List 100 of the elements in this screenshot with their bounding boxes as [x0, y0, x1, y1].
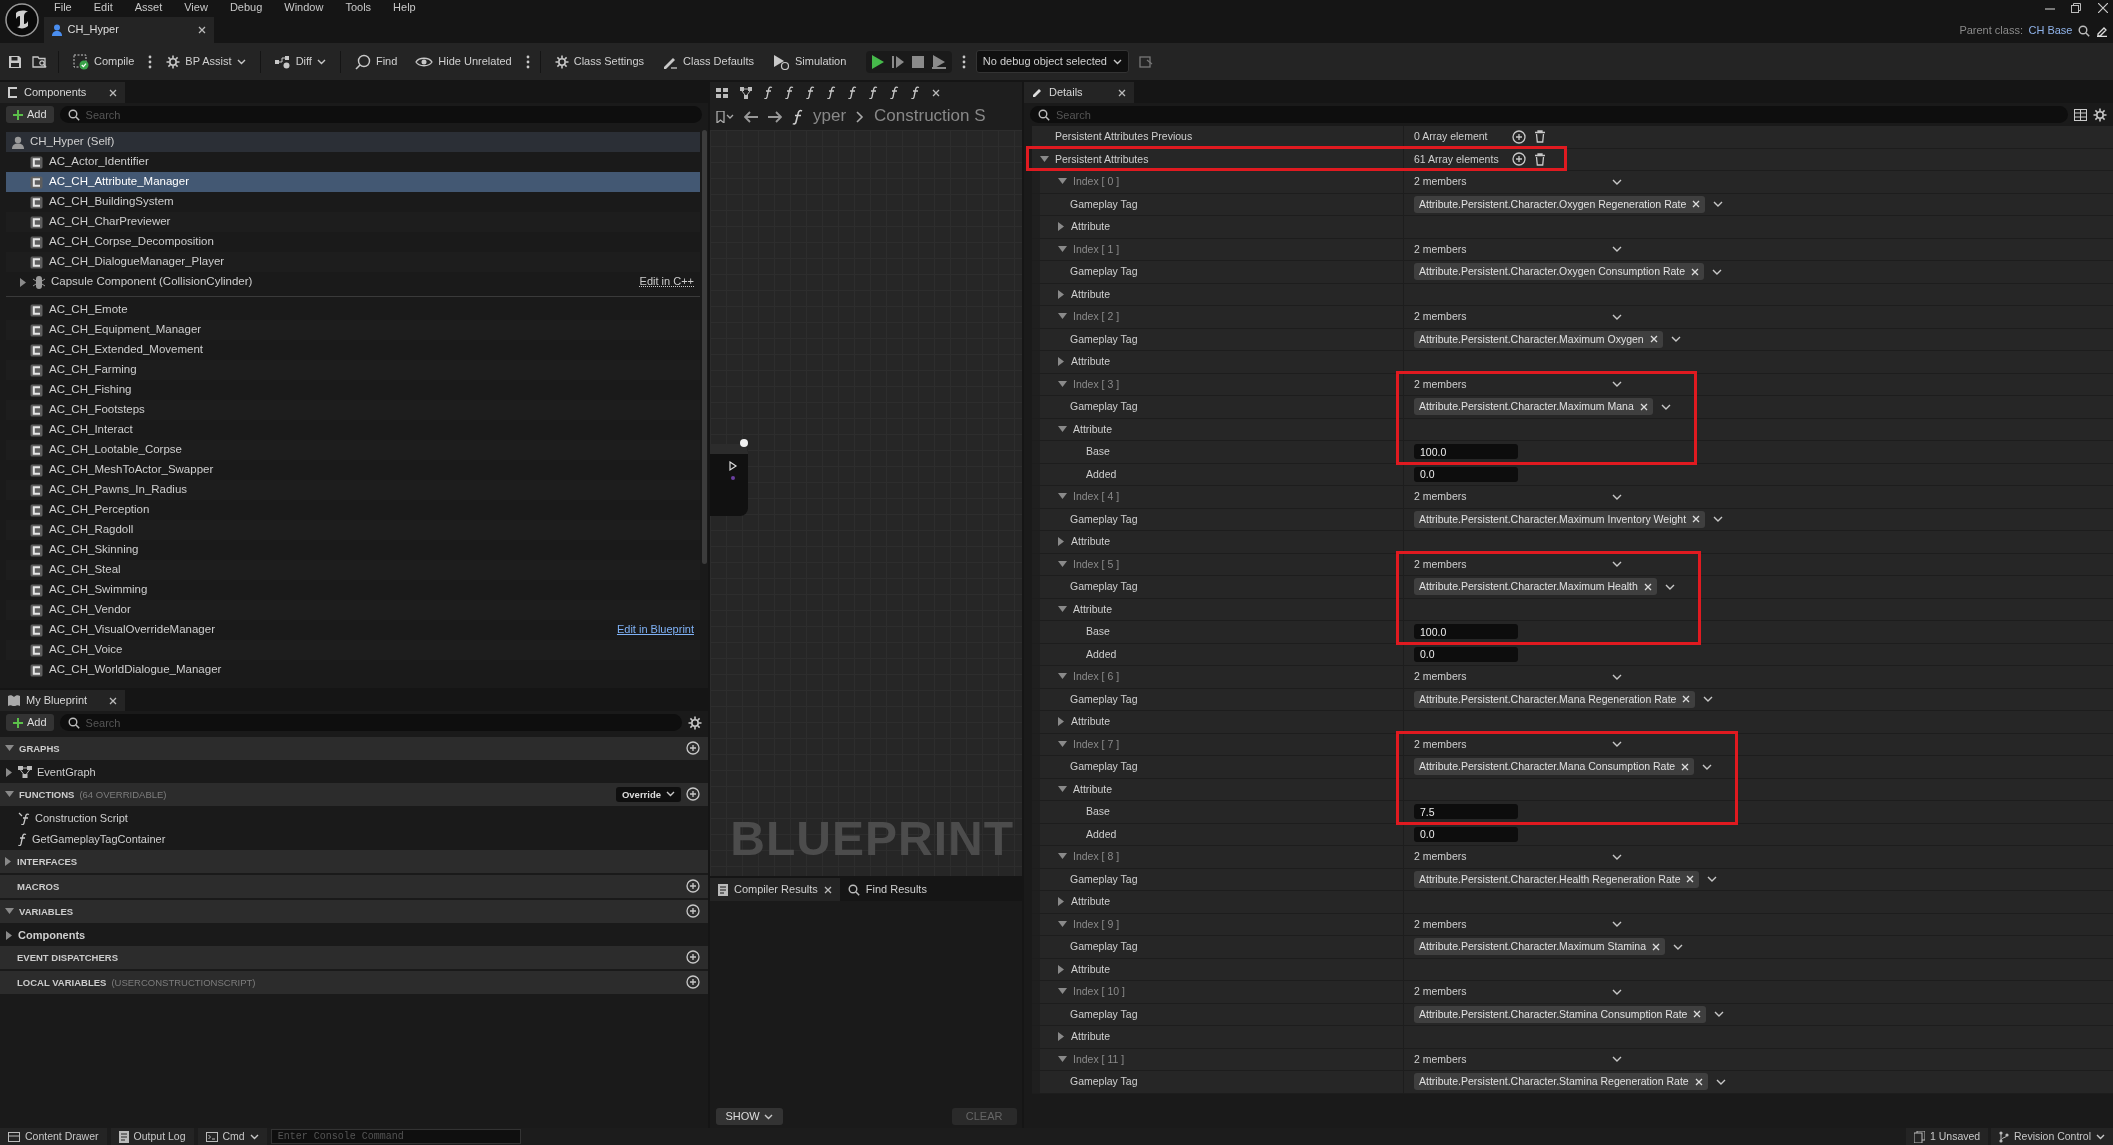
toolbar-button[interactable]: Find [350, 50, 402, 73]
panel-tab[interactable]: Details [1024, 82, 1134, 103]
function-icon[interactable] [911, 86, 920, 99]
chevron-down-icon[interactable] [1612, 381, 1622, 388]
step-icon[interactable] [891, 54, 904, 69]
menu-item[interactable]: File [54, 0, 72, 15]
add-icon[interactable] [686, 904, 700, 919]
tree-row[interactable]: AC_CH_MeshToActor_Swapper [6, 460, 700, 480]
close-icon[interactable] [1694, 1077, 1703, 1086]
chevron-down-icon[interactable] [1612, 178, 1622, 185]
settings-icon[interactable] [2093, 107, 2107, 122]
cmd-dropdown[interactable]: Cmd [197, 1128, 267, 1145]
menu-item[interactable]: View [184, 0, 208, 15]
search-icon[interactable] [2078, 24, 2090, 37]
table-icon[interactable] [2074, 108, 2087, 121]
close-icon[interactable] [823, 885, 832, 894]
chevron-down-icon[interactable] [1612, 493, 1622, 500]
tag-chip[interactable]: Attribute.Persistent.Character.Maximum Oxygen [1414, 330, 1663, 348]
close-window-icon[interactable] [2097, 2, 2108, 13]
chevron-down-icon[interactable] [1715, 1078, 1726, 1085]
tree-row[interactable]: AC_CH_WorldDialogue_Manager [6, 660, 700, 680]
graph-node[interactable] [710, 438, 750, 516]
expand-arrow-icon[interactable] [1058, 1032, 1065, 1042]
menu-item[interactable]: Asset [134, 0, 163, 15]
close-icon[interactable] [198, 26, 206, 34]
toolbar-button[interactable]: Class Defaults [658, 51, 758, 72]
function-icon[interactable] [785, 86, 794, 99]
number-field[interactable]: 100.0 [1414, 444, 1518, 460]
function-icon[interactable] [869, 86, 878, 99]
tag-chip[interactable]: Attribute.Persistent.Character.Oxygen Consumption Rate [1414, 263, 1705, 281]
more-icon[interactable] [148, 54, 153, 69]
tree-item[interactable]: GetGameplayTagContainer [0, 828, 708, 850]
close-icon[interactable] [1692, 515, 1701, 524]
close-icon[interactable] [1639, 402, 1648, 411]
close-icon[interactable] [1693, 1010, 1702, 1019]
forward-icon[interactable] [768, 110, 782, 123]
collapse-arrow-icon[interactable] [1058, 380, 1067, 388]
menu-item[interactable]: Help [393, 0, 416, 15]
close-icon[interactable] [932, 88, 940, 97]
breadcrumb-item[interactable]: Construction S [874, 106, 986, 127]
add-icon[interactable] [686, 787, 700, 802]
document-tab[interactable]: CH_Hyper [44, 17, 214, 43]
chevron-down-icon[interactable] [1612, 561, 1622, 568]
graph-icon[interactable] [740, 86, 752, 99]
toolbar-button[interactable]: Hide Unrelated [411, 51, 516, 72]
trash-icon[interactable] [1534, 152, 1546, 166]
toolbar-button[interactable]: Compile [69, 50, 139, 73]
collapse-arrow-icon[interactable] [5, 790, 14, 798]
toolbar-button[interactable]: Class Settings [550, 51, 649, 72]
section-header[interactable]: MACROS [0, 874, 708, 898]
search-field[interactable]: Search [59, 106, 702, 123]
close-icon[interactable] [1649, 335, 1658, 344]
collapse-arrow-icon[interactable] [1058, 740, 1067, 748]
add-icon[interactable] [686, 975, 700, 990]
expand-arrow-icon[interactable] [1058, 357, 1065, 367]
menu-item[interactable]: Edit [93, 0, 113, 15]
trash-icon[interactable] [1534, 130, 1546, 144]
tree-item[interactable]: EventGraph [0, 761, 708, 783]
collapse-arrow-icon[interactable] [1058, 1055, 1067, 1063]
more-icon[interactable] [525, 54, 530, 69]
tag-chip[interactable]: Attribute.Persistent.Character.Maximum Health [1414, 578, 1657, 596]
function-icon[interactable] [848, 86, 857, 99]
output-log-button[interactable]: Output Log [110, 1128, 194, 1145]
chevron-down-icon[interactable] [1707, 876, 1718, 883]
number-field[interactable]: 0.0 [1414, 466, 1518, 482]
tree-row[interactable]: AC_CH_Corpse_Decomposition [6, 232, 700, 252]
bookmark-icon[interactable] [716, 110, 734, 123]
add-icon[interactable] [1512, 152, 1526, 167]
chevron-down-icon[interactable] [1612, 1056, 1622, 1063]
menu-item[interactable]: Window [284, 0, 324, 15]
menu-item[interactable]: Debug [229, 0, 263, 15]
tree-row[interactable]: AC_CH_Extended_Movement [6, 340, 700, 360]
collapse-arrow-icon[interactable] [1058, 605, 1067, 613]
content-drawer-button[interactable]: Content Drawer [0, 1128, 107, 1145]
tree-row[interactable]: Capsule Component (CollisionCylinder) Edit in C++ [6, 272, 700, 292]
collapse-arrow-icon[interactable] [1058, 560, 1067, 568]
search-field[interactable]: Search [59, 714, 682, 731]
collapse-arrow-icon[interactable] [1058, 425, 1067, 433]
debug-icon[interactable] [1138, 54, 1153, 69]
function-icon[interactable] [806, 86, 815, 99]
panel-tab[interactable]: My Blueprint [0, 690, 125, 711]
menu-item[interactable]: Tools [345, 0, 372, 15]
tree-row[interactable]: AC_CH_VisualOverrideManager Edit in Blueprint [6, 620, 700, 640]
panel-tab[interactable]: Components [0, 82, 125, 103]
tag-chip[interactable]: Attribute.Persistent.Character.Stamina Regeneration Rate [1414, 1073, 1708, 1091]
expand-arrow-icon[interactable] [5, 856, 12, 866]
close-icon[interactable] [1118, 88, 1126, 97]
tree-row[interactable]: AC_CH_BuildingSystem [6, 192, 700, 212]
close-icon[interactable] [1692, 200, 1701, 209]
chevron-down-icon[interactable] [1714, 1011, 1725, 1018]
play-icon[interactable] [871, 54, 884, 69]
console-input[interactable]: Enter Console Command [270, 1129, 521, 1144]
eject-icon[interactable] [931, 54, 946, 69]
close-icon[interactable] [109, 88, 117, 97]
chevron-down-icon[interactable] [1664, 583, 1675, 590]
chevron-down-icon[interactable] [1612, 741, 1622, 748]
edit-link[interactable]: Edit in Blueprint [616, 623, 694, 637]
parent-class-link[interactable]: CH Base [2028, 24, 2073, 38]
add-icon[interactable] [1512, 129, 1526, 144]
tag-chip[interactable]: Attribute.Persistent.Character.Maximum Mana [1414, 398, 1653, 416]
